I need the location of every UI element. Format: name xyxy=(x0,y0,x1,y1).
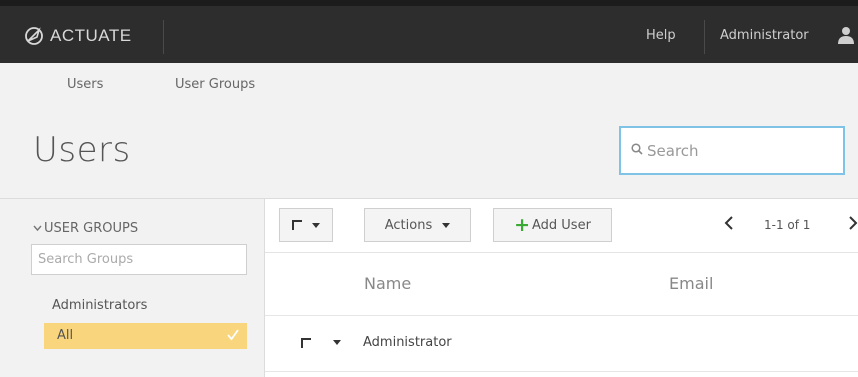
group-item-administrators[interactable]: Administrators xyxy=(52,298,147,313)
logo-divider xyxy=(163,20,164,54)
column-header-name[interactable]: Name xyxy=(364,274,411,293)
checkmark-icon xyxy=(227,329,239,341)
actuate-logo-icon xyxy=(25,27,43,45)
user-groups-header-label: USER GROUPS xyxy=(44,221,139,236)
row-checkbox[interactable] xyxy=(301,338,311,348)
group-item-label: All xyxy=(57,328,74,343)
actions-label: Actions xyxy=(384,217,433,233)
users-toolbar: Actions + Add User 1-1 of 1 xyxy=(265,199,858,253)
user-groups-panel: USER GROUPS Administrators All xyxy=(0,198,264,377)
top-bar: ACTUATE Help Administrator xyxy=(0,0,858,63)
actions-dropdown-button[interactable]: Actions xyxy=(364,208,471,242)
user-menu-name[interactable]: Administrator xyxy=(720,28,809,43)
user-icon[interactable] xyxy=(838,26,854,44)
row-name: Administrator xyxy=(363,335,452,350)
column-header-email[interactable]: Email xyxy=(669,274,713,293)
logo-text: ACTUATE xyxy=(50,26,132,45)
select-all-dropdown-button[interactable] xyxy=(279,208,333,242)
search-icon xyxy=(631,143,643,155)
caret-down-icon xyxy=(312,222,320,228)
search-box[interactable] xyxy=(619,126,845,175)
user-groups-header[interactable]: USER GROUPS xyxy=(33,221,138,236)
help-link[interactable]: Help xyxy=(646,28,676,43)
chevron-down-icon xyxy=(33,225,42,232)
users-content: Actions + Add User 1-1 of 1 Name Email A… xyxy=(264,198,858,377)
search-groups-input[interactable] xyxy=(31,244,247,275)
group-item-all[interactable]: All xyxy=(44,323,247,349)
plus-icon: + xyxy=(514,213,530,236)
chevron-right-icon[interactable] xyxy=(848,215,858,231)
caret-down-icon xyxy=(442,222,451,228)
chevron-left-icon[interactable] xyxy=(724,215,734,231)
pager-text: 1-1 of 1 xyxy=(764,218,811,232)
topbar-divider xyxy=(704,20,705,54)
search-input[interactable] xyxy=(647,139,837,163)
add-user-label: Add User xyxy=(531,217,591,233)
nav-user-groups[interactable]: User Groups xyxy=(175,77,255,92)
checkbox-icon xyxy=(292,220,302,230)
caret-down-icon[interactable] xyxy=(333,340,341,345)
table-row[interactable]: Administrator xyxy=(265,316,858,372)
app-logo[interactable]: ACTUATE xyxy=(24,21,132,51)
nav-users[interactable]: Users xyxy=(67,77,103,92)
page-title: Users xyxy=(33,130,131,170)
add-user-button[interactable]: + Add User xyxy=(493,208,612,242)
